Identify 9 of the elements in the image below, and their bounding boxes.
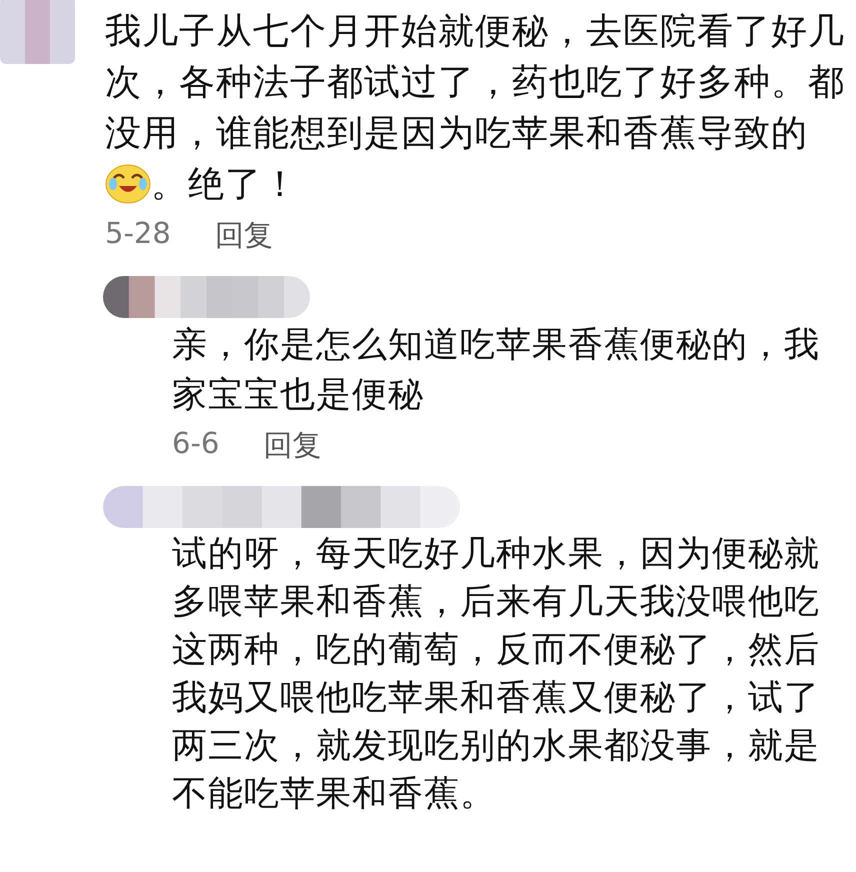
comment-text: 我儿子从七个月开始就便秘，去医院看了好几次，各种法子都试过了，药也吃了好多种。都没用，谁能想到是因为吃苹果和香蕉导致的 <box>105 11 845 154</box>
reply-text: 试的呀，每天吃好几种水果，因为便秘就多喂苹果和香蕉，后来有几天我没喂他吃这两种，吃的葡萄，反而不便秘了，然后我妈又喂他吃苹果和香蕉又便秘了，试了两三次，就发现吃别的水果都没事，就是不能吃苹果和香蕉。 <box>172 533 821 816</box>
laughing-emoji-icon <box>105 162 151 204</box>
comment-date: 5-28 <box>105 216 171 252</box>
reply-text: 亲，你是怎么知道吃苹果香蕉便秘的，我家宝宝也是便秘 <box>172 324 821 417</box>
comment-text: 。绝了！ <box>151 164 299 205</box>
reply-link[interactable]: 回复 <box>214 216 273 256</box>
comment-date: 6-6 <box>172 426 220 462</box>
reply-link[interactable]: 回复 <box>263 426 322 466</box>
